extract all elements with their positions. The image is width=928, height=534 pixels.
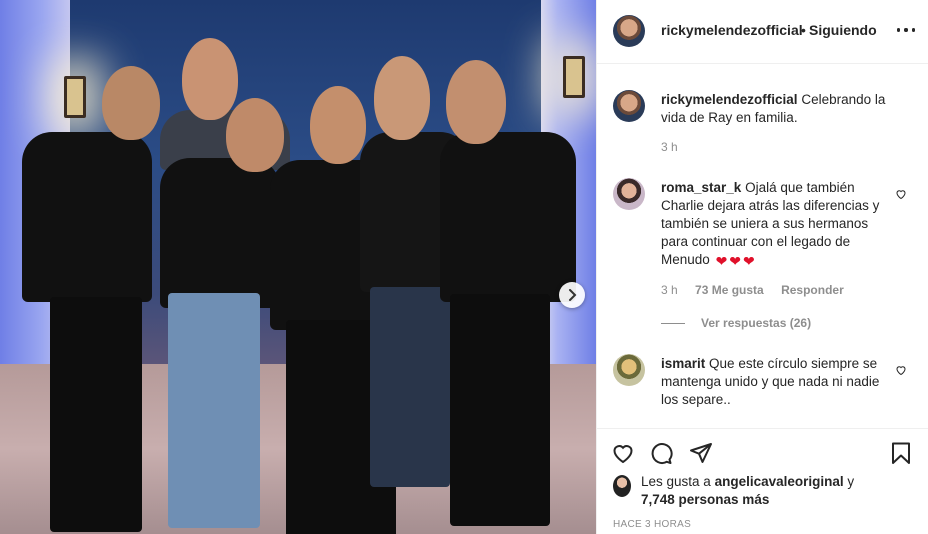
caption-time: 3 h [661,140,678,154]
post-photo[interactable] [0,0,596,534]
comment-bubble-icon[interactable] [647,439,675,467]
header-separator: • [801,22,806,38]
comment-time: 3 h [661,283,678,297]
post-timestamp[interactable]: HACE 3 HORAS [613,519,691,530]
view-replies-label[interactable]: Ver respuestas (26) [701,316,811,330]
caption-username[interactable]: rickymelendezofficial [661,92,798,107]
caption-text: rickymelendezofficial Celebrando la vida… [661,91,896,127]
instagram-post-window: rickymelendezofficial • Siguiendo rickym… [0,0,928,534]
commenter-username[interactable]: ismarit [661,356,705,371]
commenter-username[interactable]: roma_star_k [661,180,741,195]
author-avatar[interactable] [613,15,645,47]
photo-lamp-right [563,56,585,98]
commenter-avatar[interactable] [613,354,645,386]
like-heart-icon[interactable] [609,439,637,467]
following-button[interactable]: Siguiendo [809,22,877,38]
likes-count[interactable]: 7,748 personas más [641,491,769,509]
replies-divider-line [661,322,685,324]
comment-text: ismarit Que este círculo siempre se mant… [661,355,883,409]
post-header: rickymelendezofficial • Siguiendo [597,0,928,64]
like-comment-heart-icon[interactable] [895,364,907,376]
view-replies-button[interactable]: Ver respuestas (26) [661,316,811,330]
comments-list: rickymelendezofficial Celebrando la vida… [597,64,928,428]
caption-avatar[interactable] [613,90,645,122]
liker-avatar[interactable] [613,475,631,497]
author-username[interactable]: rickymelendezofficial [661,22,803,38]
likes-line-1: Les gusta a angelicavaleoriginal y [641,473,854,491]
likes-prefix: Les gusta a [641,474,711,489]
comment-likes[interactable]: 73 Me gusta [695,283,764,297]
share-send-icon[interactable] [687,439,715,467]
next-photo-button[interactable] [559,282,585,308]
chevron-right-icon [569,289,577,301]
photo-lamp-left [64,76,86,118]
more-options-icon[interactable] [897,22,915,38]
commenter-avatar[interactable] [613,178,645,210]
liker-username[interactable]: angelicavaleoriginal [715,474,844,489]
reply-button[interactable]: Responder [781,283,844,297]
comment-text: roma_star_k Ojalá que también Charlie de… [661,179,883,270]
like-comment-heart-icon[interactable] [895,188,907,200]
caption: rickymelendezofficial Celebrando la vida… [613,90,913,170]
comment-meta: 3 h 73 Me gusta Responder [661,283,858,297]
save-bookmark-icon[interactable] [887,439,915,467]
comment-item: ismarit Que este círculo siempre se mant… [613,354,913,424]
comment-emoji: ❤❤❤ [715,253,757,269]
post-side-panel: rickymelendezofficial • Siguiendo rickym… [596,0,928,534]
comment-item: roma_star_k Ojalá que también Charlie de… [613,178,913,328]
caption-meta: 3 h [661,140,692,154]
post-actions: Les gusta a angelicavaleoriginal y 7,748… [597,428,928,534]
likes-joiner: y [847,474,855,489]
